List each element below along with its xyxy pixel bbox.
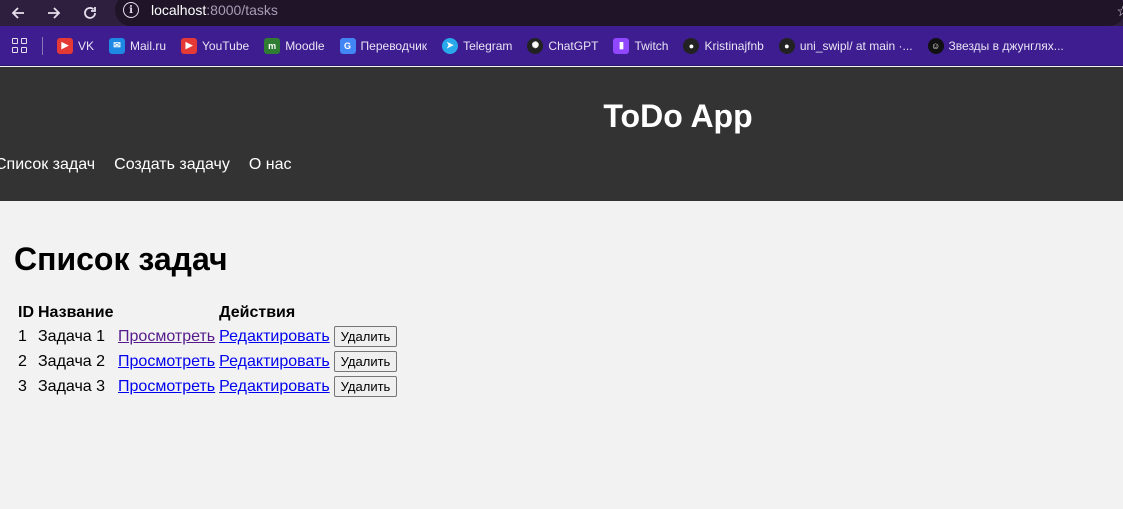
url-host: localhost xyxy=(151,2,207,18)
column-header-empty xyxy=(333,303,399,323)
column-header-empty xyxy=(117,303,216,323)
table-row: 2 Задача 2 Просмотреть Редактировать Уда… xyxy=(17,350,398,373)
mail-icon: ✉ xyxy=(109,37,126,54)
back-button[interactable] xyxy=(0,0,36,26)
forward-button[interactable] xyxy=(36,0,72,26)
bookmark-twitch[interactable]: ▮ Twitch xyxy=(613,37,668,54)
info-icon[interactable]: i xyxy=(123,2,139,18)
url-text[interactable]: localhost:8000/tasks xyxy=(151,2,278,18)
page-title: Список задач xyxy=(14,241,228,277)
arrow-right-icon xyxy=(48,7,61,19)
bookmark-telegram[interactable]: ➤ Telegram xyxy=(442,37,512,54)
apps-grid-icon[interactable] xyxy=(12,37,28,54)
bookmark-github-repo[interactable]: ● uni_swipl/ at main ·... xyxy=(778,37,913,54)
bookmark-chatgpt[interactable]: ✺ ChatGPT xyxy=(527,37,598,54)
bookmarks-bar: ▶ VK ✉ Mail.ru ▶ YouTube m Moodle G Переводчи… xyxy=(0,26,1123,66)
moodle-icon: m xyxy=(264,37,281,54)
nav-link-create-task[interactable]: Создать задачу xyxy=(114,155,230,175)
bookmark-github-profile[interactable]: ● Kristinajfnb xyxy=(683,37,764,54)
edit-task-link[interactable]: Редактировать xyxy=(219,378,330,395)
url-bar[interactable]: i localhost:8000/tasks ☆ xyxy=(115,0,1123,26)
tasks-table: ID Название Действия 1 Задача 1 Просмотр… xyxy=(15,301,400,400)
browser-address-bar: i localhost:8000/tasks ☆ xyxy=(0,0,1123,26)
task-name: Задача 1 xyxy=(38,327,106,345)
edit-task-link[interactable]: Редактировать xyxy=(219,353,330,370)
view-task-link[interactable]: Просмотреть xyxy=(118,378,215,395)
github-icon: ● xyxy=(683,37,700,54)
column-header-name: Название xyxy=(38,304,114,321)
bookmark-moodle[interactable]: m Moodle xyxy=(264,37,325,54)
bookmark-mailru[interactable]: ✉ Mail.ru xyxy=(109,37,166,54)
bookmark-translator[interactable]: G Переводчик xyxy=(339,37,427,54)
task-id: 3 xyxy=(18,377,27,395)
site-nav: Список задач Создать задачу О нас xyxy=(0,155,310,175)
task-id: 2 xyxy=(18,352,27,370)
edit-task-link[interactable]: Редактировать xyxy=(219,328,330,345)
site-title: ToDo App xyxy=(603,98,753,134)
url-path: :8000/tasks xyxy=(206,2,278,18)
bookmark-stars-jungle[interactable]: ☺ Звезды в джунглях... xyxy=(927,37,1064,54)
bookmark-vk[interactable]: ▶ VK xyxy=(57,37,94,54)
bookmark-star-icon[interactable]: ☆ xyxy=(1116,3,1123,20)
task-name: Задача 3 xyxy=(38,377,106,395)
youtube-red-icon: ▶ xyxy=(57,37,73,54)
table-header-row: ID Название Действия xyxy=(17,303,398,323)
delete-task-button[interactable]: Удалить xyxy=(333,351,398,372)
bookmark-youtube[interactable]: ▶ YouTube xyxy=(181,37,249,54)
column-header-id: ID xyxy=(18,304,34,321)
nav-link-about[interactable]: О нас xyxy=(249,155,292,175)
nav-link-task-list[interactable]: Список задач xyxy=(0,155,95,175)
chatgpt-icon: ✺ xyxy=(527,37,544,54)
task-name: Задача 2 xyxy=(38,352,106,370)
site-header: ToDo App Список задач Создать задачу О н… xyxy=(0,67,1123,201)
translate-icon: G xyxy=(339,37,356,54)
arrow-left-icon xyxy=(11,7,24,19)
avatar-icon: ☺ xyxy=(927,37,944,54)
table-row: 1 Задача 1 Просмотреть Редактировать Уда… xyxy=(17,325,398,348)
view-task-link[interactable]: Просмотреть xyxy=(118,328,215,345)
twitch-icon: ▮ xyxy=(613,37,630,54)
telegram-icon: ➤ xyxy=(442,37,459,54)
column-header-actions: Действия xyxy=(219,304,296,321)
table-row: 3 Задача 3 Просмотреть Редактировать Уда… xyxy=(17,375,398,398)
task-id: 1 xyxy=(18,327,27,345)
bookmarks-divider xyxy=(42,36,43,55)
youtube-icon: ▶ xyxy=(181,37,198,54)
reload-button[interactable] xyxy=(72,0,108,26)
delete-task-button[interactable]: Удалить xyxy=(333,326,398,347)
delete-task-button[interactable]: Удалить xyxy=(333,376,398,397)
github-icon: ● xyxy=(778,37,795,54)
view-task-link[interactable]: Просмотреть xyxy=(118,353,215,370)
reload-icon xyxy=(84,7,96,19)
